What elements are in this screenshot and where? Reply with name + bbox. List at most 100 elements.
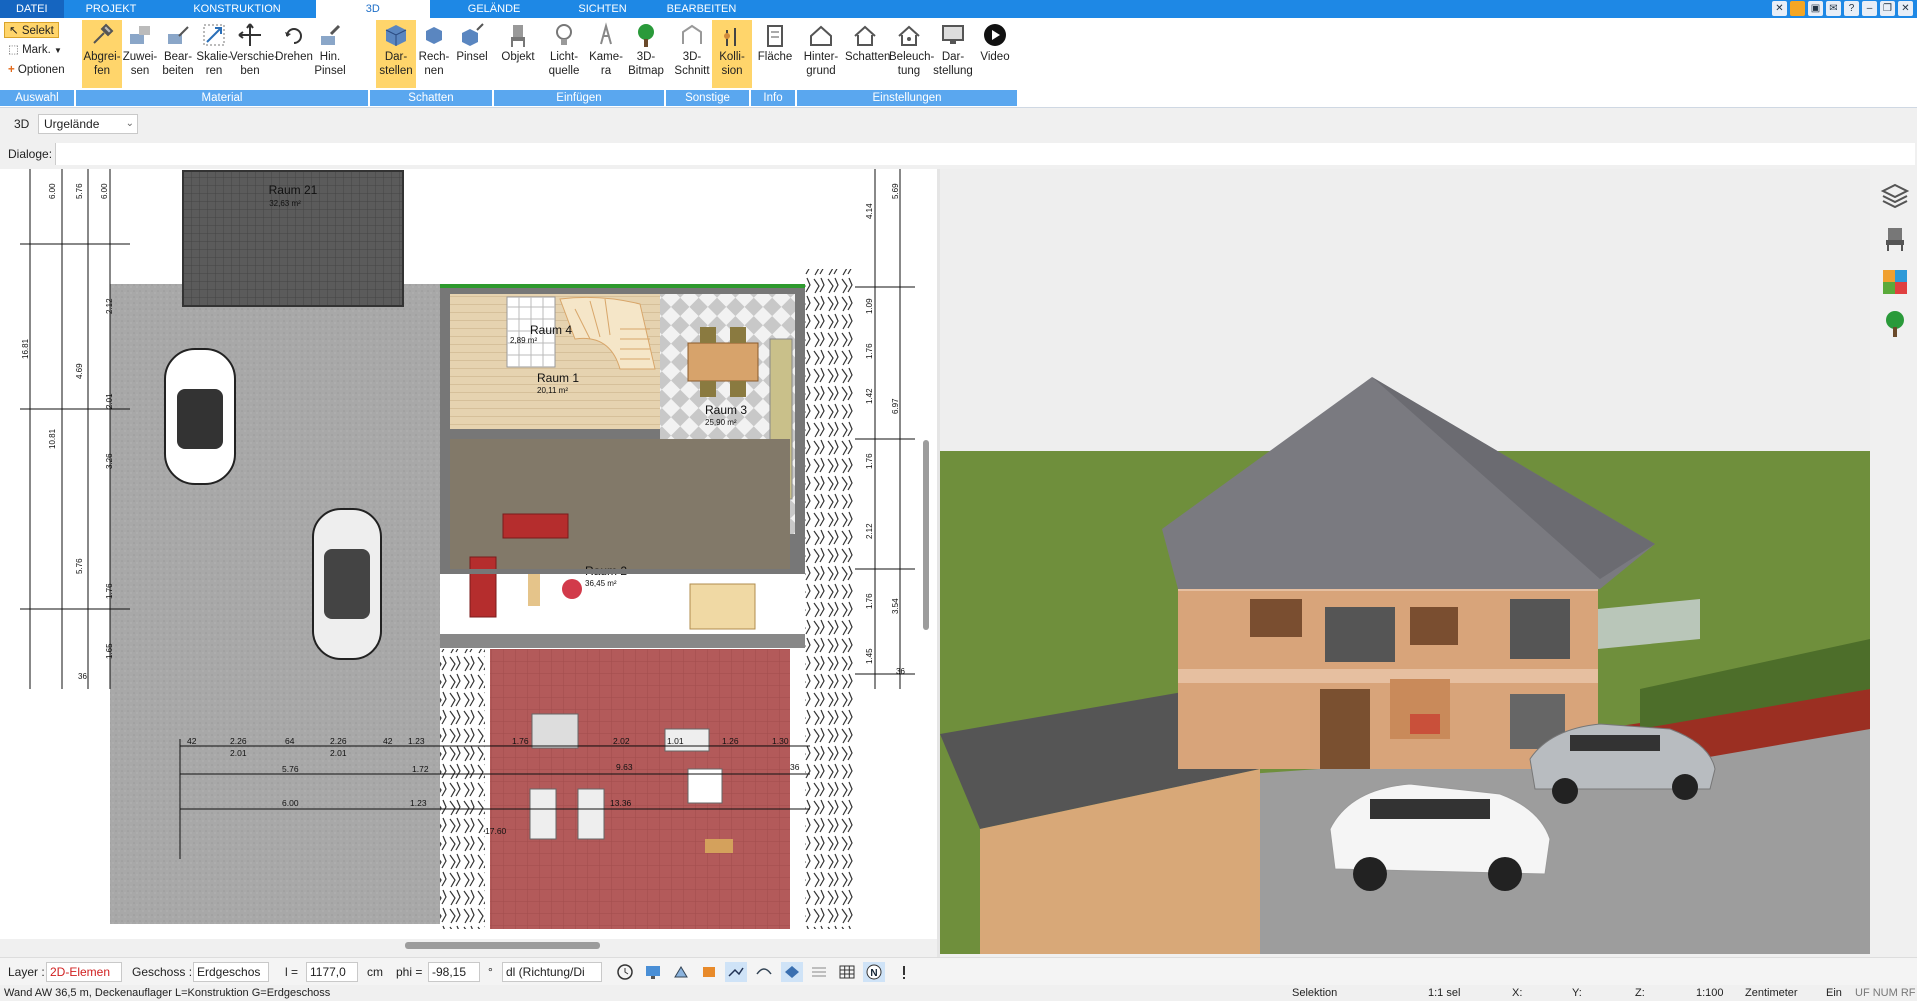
snap-icon[interactable]: [670, 962, 692, 982]
level-select[interactable]: Urgelände ⌄: [38, 114, 138, 134]
chair-icon[interactable]: [1880, 224, 1910, 254]
tab-datei[interactable]: DATEI: [0, 0, 64, 18]
chair-icon: [505, 22, 531, 48]
ribbon-button-zuweisen[interactable]: Zuwei-sen: [120, 20, 160, 88]
layers-icon[interactable]: [1880, 181, 1910, 211]
feedback-icon[interactable]: ✉: [1826, 1, 1841, 16]
mark-button[interactable]: ⬚ Mark. ▼: [4, 42, 66, 58]
tab-projekt[interactable]: PROJEKT: [64, 0, 159, 18]
eyedropper-icon: [89, 22, 115, 48]
ribbon-button-3dbitmap[interactable]: 3D- Bitmap: [626, 20, 666, 88]
dim-left-4: 10.81: [48, 428, 57, 449]
ribbon-button-label-line2: beiten: [162, 65, 194, 77]
room-4-area: 2,89 m²: [510, 336, 537, 345]
tab-gelaende[interactable]: GELÄNDE: [430, 0, 559, 18]
dl-select[interactable]: dl (Richtung/Di: [502, 962, 602, 982]
ribbon-button-darstellen[interactable]: Dar-stellen: [376, 20, 416, 88]
more-icon[interactable]: [893, 962, 915, 982]
room-3-area: 25,90 m²: [705, 418, 737, 427]
select-button[interactable]: ↖ Selekt: [4, 22, 59, 38]
ribbon-button-hintergrund[interactable]: Hinter-grund: [801, 20, 841, 88]
length-label: l =: [285, 965, 299, 979]
dim-left-7: 2.01: [105, 393, 114, 409]
ribbon-button-schatten[interactable]: Schatten: [845, 20, 890, 88]
ribbon-button-bearbeiten[interactable]: Bear-beiten: [158, 20, 198, 88]
dim-bottom-19: 9.63: [616, 762, 633, 772]
minimize-icon[interactable]: –: [1862, 1, 1877, 16]
floor-plan-view[interactable]: Raum 21 32,63 m² Raum 4 2,89 m² Raum 1 2…: [0, 169, 937, 939]
phi-value: -98,15: [432, 965, 467, 979]
tab-3d[interactable]: 3D: [315, 0, 430, 18]
materials-icon[interactable]: [1880, 267, 1910, 297]
dim-bottom-5: 1.23: [408, 736, 425, 746]
monitor-icon[interactable]: [642, 962, 664, 982]
room-1-name: Raum 1: [537, 371, 579, 385]
cube-calc-icon: [421, 22, 447, 48]
plan-scrollbar-vertical[interactable]: [923, 440, 929, 630]
ribbon-button-objekt[interactable]: Objekt: [498, 20, 538, 88]
clock-icon[interactable]: [614, 962, 636, 982]
length-input[interactable]: 1177,0: [306, 962, 358, 982]
ribbon-button-hinpinsel[interactable]: Hin. Pinsel: [310, 20, 350, 88]
tab-konstruktion[interactable]: KONSTRUKTION: [158, 0, 315, 18]
layout-icon[interactable]: ▣: [1808, 1, 1823, 16]
ribbon-button-pinsel[interactable]: Pinsel: [452, 20, 492, 88]
ribbon-button-label-line2: Bitmap: [628, 65, 664, 77]
dim-bottom-4: 42: [383, 736, 393, 746]
ribbon-button-3dschnitt[interactable]: 3D- Schnitt: [672, 20, 712, 88]
ribbon-button-darstellung[interactable]: Dar-stellung: [933, 20, 973, 88]
tab-bearbeiten[interactable]: BEARBEITEN: [647, 0, 757, 18]
hatch-icon[interactable]: [808, 962, 830, 982]
mark-icon: ⬚: [8, 44, 19, 56]
layer-select[interactable]: 2D-Elemen: [46, 962, 122, 982]
selected-wall[interactable]: [440, 284, 805, 288]
ribbon-button-rechnen[interactable]: Rech-nen: [414, 20, 454, 88]
dim-right-2: 1.09: [865, 298, 874, 314]
room-1-area: 20,11 m²: [537, 386, 568, 395]
help-icon[interactable]: ?: [1844, 1, 1859, 16]
ortho-icon[interactable]: [725, 962, 747, 982]
ribbon-button-label: Skalie-: [196, 51, 232, 63]
ribbon-button-abgreifen[interactable]: Abgrei-fen: [82, 20, 122, 88]
dim-right-1: 5.69: [891, 183, 900, 199]
ribbon-button-verschieben[interactable]: Verschie-ben: [230, 20, 278, 88]
object-snap-icon[interactable]: [698, 962, 720, 982]
ribbon-button-skalieren[interactable]: Skalie-ren: [194, 20, 234, 88]
tab-sichten[interactable]: SICHTEN: [558, 0, 646, 18]
ribbon-button-drehen[interactable]: Drehen: [274, 20, 314, 88]
dialog-field[interactable]: [55, 143, 1915, 165]
3d-view[interactable]: [940, 169, 1870, 954]
ribbon-button-label: Hinter-: [803, 51, 839, 63]
car-top-2[interactable]: [312, 508, 382, 660]
ribbon-button-label: Dar-: [384, 51, 408, 63]
car-top-1[interactable]: [164, 348, 236, 485]
dim-bottom-1: 2.26: [230, 736, 247, 746]
plan-scrollbar-horizontal[interactable]: [405, 942, 600, 949]
orange-box-icon[interactable]: [1790, 1, 1805, 16]
grid-icon[interactable]: [836, 962, 858, 982]
dim-bottom-8: 5.76: [282, 764, 299, 774]
tools-icon[interactable]: ✕: [1772, 1, 1787, 16]
dim-left-6: 4.69: [75, 363, 84, 379]
tree-icon[interactable]: [1880, 309, 1910, 339]
close-icon[interactable]: ✕: [1898, 1, 1913, 16]
group-label-einstellungen: Einstellungen: [797, 90, 1017, 106]
phi-input[interactable]: -98,15: [428, 962, 480, 982]
fill-icon[interactable]: [781, 962, 803, 982]
ribbon-button-kamera[interactable]: Kame-ra: [586, 20, 626, 88]
video-play-icon: [982, 22, 1008, 48]
geschoss-select[interactable]: Erdgeschos: [193, 962, 269, 982]
polar-icon[interactable]: [753, 962, 775, 982]
options-button[interactable]: + Optionen: [4, 62, 69, 78]
ribbon-button-kollision[interactable]: Kolli-sion: [712, 20, 752, 88]
window-controls: ✕ ▣ ✉ ? – ❐ ✕: [1772, 1, 1913, 16]
length-unit: cm: [367, 965, 383, 979]
north-icon[interactable]: N: [863, 962, 885, 982]
ribbon-button-fläche[interactable]: Fläche: [755, 20, 795, 88]
dim-right-7: 1.76: [865, 453, 874, 469]
ribbon-button-video[interactable]: Video: [975, 20, 1015, 88]
phi-unit: °: [488, 965, 493, 979]
ribbon-button-lichtquelle[interactable]: Licht-quelle: [544, 20, 584, 88]
ribbon-button-beleuchtung[interactable]: Beleuch-tung: [889, 20, 934, 88]
restore-icon[interactable]: ❐: [1880, 1, 1895, 16]
